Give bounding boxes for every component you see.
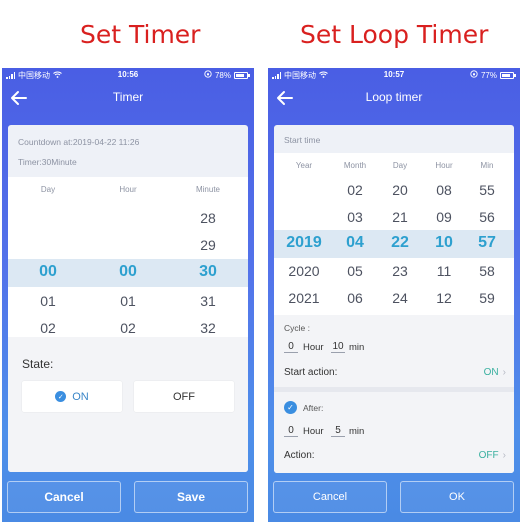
start-action-selector[interactable]: ON › (484, 367, 506, 378)
wheel-minute-option[interactable]: 32 (178, 320, 238, 336)
state-off-button[interactable]: OFF (134, 381, 234, 412)
rotation-lock-icon (204, 70, 212, 80)
column-hour: Hour (119, 185, 137, 194)
battery-percent: 77% (480, 70, 497, 80)
battery-icon (234, 71, 250, 79)
timer-screen: 中国移动 10:56 78% Timer Countdown at:2019-0… (2, 68, 254, 522)
action-selector[interactable]: OFF › (479, 450, 506, 461)
caption-set-loop-timer: Set Loop Timer (300, 20, 489, 49)
start-time-label: Start time (284, 135, 321, 145)
timer-card: Countdown at:2019-04-22 11:26 Timer:30Mi… (8, 125, 248, 472)
wheel-minute-option[interactable]: 31 (178, 293, 238, 309)
status-bar: 中国移动 10:57 77% (268, 68, 520, 82)
status-bar: 中国移动 10:56 78% (2, 68, 254, 82)
time-picker[interactable]: Day Hour Minute 00 01 02 00 01 02 28 29 … (8, 177, 248, 337)
caption-set-timer: Set Timer (80, 20, 201, 49)
chevron-right-icon: › (502, 450, 506, 461)
after-label: After: (303, 403, 324, 413)
action-label: Action: (284, 450, 315, 461)
after-hour-unit: Hour (303, 426, 324, 437)
after-min-unit: min (349, 426, 365, 437)
column-min: Min (480, 161, 494, 170)
wheel-day-option[interactable]: 02 (18, 320, 78, 336)
start-action-value: ON (483, 367, 499, 378)
cycle-hour-unit: Hour (303, 342, 324, 353)
cycle-min-unit: min (349, 342, 365, 353)
loop-timer-screen: 中国移动 10:57 77% Loop timer Start time Yea… (268, 68, 520, 522)
state-on-button[interactable]: ✓ ON (22, 381, 122, 412)
cycle-min-field[interactable]: 10 (331, 341, 345, 353)
state-label: State: (22, 357, 54, 371)
state-off-label: OFF (173, 390, 195, 403)
loop-settings: Cycle : 0 Hour 10 min Start action: ON ›… (274, 315, 514, 473)
checkmark-icon: ✓ (287, 403, 294, 412)
start-action-label: Start action: (284, 367, 338, 378)
date-time-picker[interactable]: Year Month Day Hour Min 2019 2020 2021 0… (274, 153, 514, 315)
checkmark-icon: ✓ (55, 391, 67, 402)
battery-icon (500, 71, 516, 79)
after-checkbox[interactable]: ✓ (284, 401, 297, 414)
wheel-min-option[interactable]: 55 (457, 182, 514, 198)
column-day: Day (40, 185, 56, 194)
wheel-minute-selected[interactable]: 30 (178, 263, 238, 281)
wheel-hour-option[interactable]: 02 (98, 320, 158, 336)
wheel-minute-option[interactable]: 28 (178, 210, 238, 226)
state-section: State: ✓ ON OFF (8, 337, 248, 472)
after-min-field[interactable]: 5 (331, 425, 345, 437)
section-divider (274, 387, 514, 392)
timer-text: Timer:30Minute (18, 157, 77, 167)
loop-timer-card: Start time Year Month Day Hour Min 2019 … (274, 125, 514, 473)
state-on-label: ON (72, 390, 89, 403)
rotation-lock-icon (470, 70, 478, 80)
countdown-text: Countdown at:2019-04-22 11:26 (18, 137, 140, 147)
page-title: Loop timer (365, 90, 423, 104)
after-hour-field[interactable]: 0 (284, 425, 298, 437)
column-minute: Minute (195, 185, 220, 194)
action-value: OFF (478, 450, 499, 461)
wheel-min-option[interactable]: 58 (457, 263, 514, 279)
cycle-hour-field[interactable]: 0 (284, 341, 298, 353)
wheel-min-selected[interactable]: 57 (457, 234, 514, 252)
battery-percent: 78% (214, 70, 231, 80)
cancel-button[interactable]: Cancel (273, 481, 387, 513)
ok-button[interactable]: OK (400, 481, 514, 513)
chevron-right-icon: › (502, 367, 506, 378)
wheel-day-option[interactable]: 01 (18, 293, 78, 309)
wheel-day-selected[interactable]: 00 (18, 263, 78, 281)
wheel-min-option[interactable]: 59 (457, 290, 514, 306)
page-title: Timer (112, 90, 144, 104)
wheel-hour-option[interactable]: 01 (98, 293, 158, 309)
cancel-button[interactable]: Cancel (7, 481, 121, 513)
wheel-hour-selected[interactable]: 00 (98, 263, 158, 281)
wheel-minute-option[interactable]: 29 (178, 237, 238, 253)
cycle-label: Cycle : (284, 323, 310, 333)
save-button[interactable]: Save (134, 481, 248, 513)
wheel-min-option[interactable]: 56 (457, 209, 514, 225)
